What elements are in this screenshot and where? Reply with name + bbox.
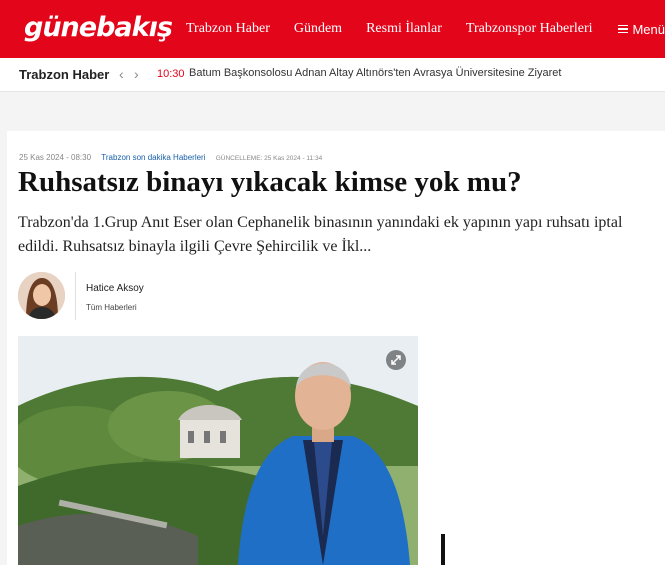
menu-label: Menü: [632, 21, 665, 37]
publish-date: 25 Kas 2024 - 08:30: [19, 153, 92, 162]
author-name[interactable]: Hatice Aksoy: [86, 283, 144, 294]
ticker-title[interactable]: Trabzon Haber: [19, 67, 109, 82]
nav-item-trabzon-haber[interactable]: Trabzon Haber: [186, 21, 270, 37]
main-nav: Trabzon Haber Gündem Resmi İlanlar Trabz…: [174, 0, 605, 58]
update-date: GÜNCELLEME: 25 Kas 2024 - 11:34: [215, 155, 323, 162]
nav-item-trabzonspor[interactable]: Trabzonspor Haberleri: [466, 21, 593, 37]
sidebar-marker: [441, 534, 445, 565]
author-avatar[interactable]: [18, 272, 65, 319]
site-logo[interactable]: günebakış: [24, 12, 173, 43]
nav-item-resmi-ilanlar[interactable]: Resmi İlanlar: [366, 21, 442, 37]
ticker-time: 10:30: [157, 68, 185, 80]
menu-button[interactable]: Menü: [618, 0, 665, 58]
author-divider: [75, 272, 76, 320]
article-spot: Trabzon'da 1.Grup Anıt Eser olan Cephane…: [18, 214, 623, 255]
site-header: günebakış Trabzon Haber Gündem Resmi İla…: [0, 0, 665, 58]
hamburger-icon: [618, 23, 629, 36]
ticker-headline[interactable]: Batum Başkonsolosu Adnan Altay Altınörs'…: [189, 67, 561, 79]
chevron-left-icon[interactable]: ‹: [119, 66, 124, 82]
category-link[interactable]: Trabzon son dakika Haberleri: [101, 153, 205, 162]
article-card: 25 Kas 2024 - 08:30 Trabzon son dakika H…: [7, 131, 665, 565]
nav-item-gundem[interactable]: Gündem: [294, 21, 342, 37]
author-all-news-link[interactable]: Tüm Haberleri: [86, 303, 137, 312]
news-ticker: Trabzon Haber ‹ › 10:30 Batum Başkonsolo…: [0, 58, 665, 92]
article-image[interactable]: [18, 336, 418, 565]
article-meta: 25 Kas 2024 - 08:30 Trabzon son dakika H…: [19, 153, 322, 162]
chevron-right-icon[interactable]: ›: [134, 66, 139, 82]
expand-icon[interactable]: [386, 350, 406, 370]
article-headline: Ruhsatsız binayı yıkacak kimse yok mu?: [18, 166, 522, 198]
